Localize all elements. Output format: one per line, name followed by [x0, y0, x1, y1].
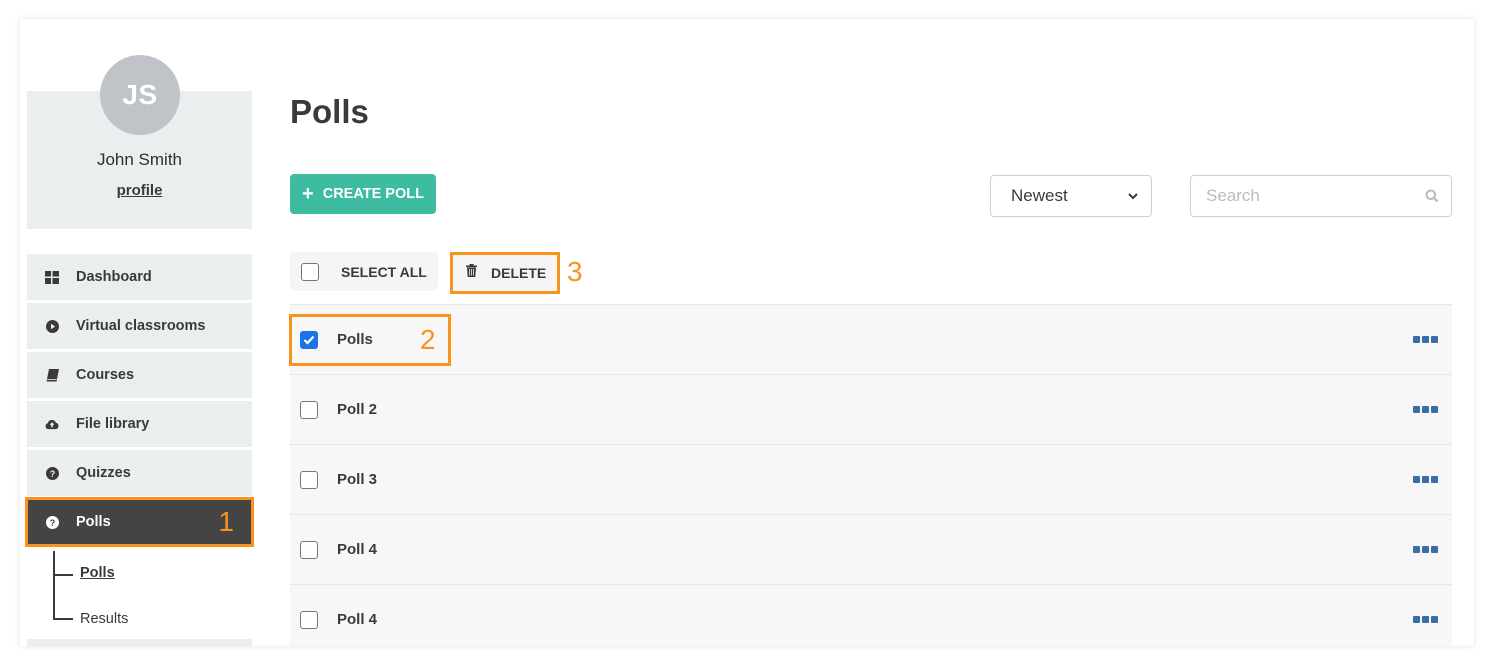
tree-line: [53, 551, 55, 619]
poll-name[interactable]: Poll 2: [337, 401, 377, 418]
polls-list: Polls 2 Poll 2 Poll 3 Poll 4 Poll 4: [289, 304, 1452, 646]
profile-link[interactable]: profile: [27, 182, 252, 199]
sidebar-item-label: Dashboard: [76, 269, 152, 285]
sidebar-item-partial: [27, 639, 252, 646]
subnav-item-results[interactable]: Results: [80, 611, 128, 627]
select-all-button[interactable]: SELECT ALL: [290, 252, 438, 291]
more-options-icon[interactable]: [1413, 476, 1438, 483]
svg-text:?: ?: [49, 469, 55, 479]
play-circle-icon: [45, 319, 59, 333]
sidebar-item-label: Courses: [76, 367, 135, 383]
list-item[interactable]: Poll 2: [290, 374, 1452, 444]
annotation-badge-2: 2: [420, 324, 436, 355]
more-options-icon[interactable]: [1413, 616, 1438, 623]
plus-icon: +: [302, 183, 314, 205]
search-icon[interactable]: [1425, 189, 1439, 208]
question-circle-icon: ?: [45, 515, 59, 529]
select-all-label: SELECT ALL: [341, 263, 427, 280]
delete-label: DELETE: [491, 265, 547, 281]
tree-branch: [53, 618, 73, 620]
user-name: John Smith: [96, 150, 183, 169]
sidebar-item-virtual-classrooms[interactable]: Virtual classrooms: [27, 303, 252, 349]
poll-name[interactable]: Poll 4: [337, 611, 377, 628]
row-checkbox[interactable]: [300, 400, 318, 419]
sidebar-item-label: File library: [76, 416, 150, 432]
sidebar-nav: Dashboard Virtual classrooms Courses Fil…: [25, 254, 254, 641]
list-item[interactable]: Poll 3: [290, 444, 1452, 514]
list-item[interactable]: Poll 4: [290, 514, 1452, 584]
more-options-icon[interactable]: [1413, 546, 1438, 553]
delete-button[interactable]: DELETE: [450, 252, 560, 294]
cloud-upload-icon: [45, 417, 59, 431]
sidebar-item-polls[interactable]: ? Polls 1: [25, 497, 254, 547]
polls-subnav: Polls Results: [27, 551, 252, 641]
sidebar-item-dashboard[interactable]: Dashboard: [27, 254, 252, 300]
app-frame: JS John Smith profile Dashboard Virtual …: [20, 19, 1474, 646]
sidebar-item-label: Quizzes: [76, 465, 131, 481]
sidebar: JS John Smith profile Dashboard Virtual …: [25, 19, 254, 646]
question-circle-icon: ?: [45, 466, 59, 480]
sort-selected-value: Newest: [1011, 186, 1068, 205]
row-checkbox[interactable]: [300, 470, 318, 489]
dashboard-grid-icon: [45, 270, 59, 284]
list-item[interactable]: Polls 2: [289, 304, 1452, 374]
sort-select[interactable]: Newest: [990, 175, 1152, 217]
annotation-badge-1: 1: [218, 506, 234, 537]
create-poll-button[interactable]: + CREATE POLL: [290, 174, 436, 214]
row-checkbox[interactable]: [300, 610, 318, 629]
sidebar-item-label: Polls: [76, 514, 111, 530]
page-title: Polls: [290, 93, 369, 130]
poll-name[interactable]: Poll 3: [337, 471, 377, 488]
subnav-item-polls[interactable]: Polls: [80, 565, 115, 581]
sidebar-item-quizzes[interactable]: ? Quizzes: [27, 450, 252, 496]
sidebar-item-courses[interactable]: Courses: [27, 352, 252, 398]
chevron-down-icon: [1127, 188, 1139, 209]
trash-icon: [466, 264, 477, 282]
svg-text:?: ?: [49, 518, 55, 528]
create-poll-label: CREATE POLL: [322, 186, 424, 202]
avatar: JS: [100, 55, 180, 135]
poll-name[interactable]: Poll 4: [337, 541, 377, 558]
select-all-checkbox[interactable]: [301, 262, 319, 281]
book-icon: [45, 368, 59, 382]
search-input[interactable]: [1191, 176, 1411, 216]
tree-branch: [53, 574, 73, 576]
list-item[interactable]: Poll 4: [290, 584, 1452, 646]
search-field: [1190, 175, 1452, 217]
more-options-icon[interactable]: [1413, 406, 1438, 413]
sidebar-item-file-library[interactable]: File library: [27, 401, 252, 447]
sidebar-item-label: Virtual classrooms: [76, 318, 206, 334]
annotation-badge-3: 3: [567, 256, 583, 287]
more-options-icon[interactable]: [1413, 336, 1438, 343]
row-checkbox[interactable]: [300, 540, 318, 559]
